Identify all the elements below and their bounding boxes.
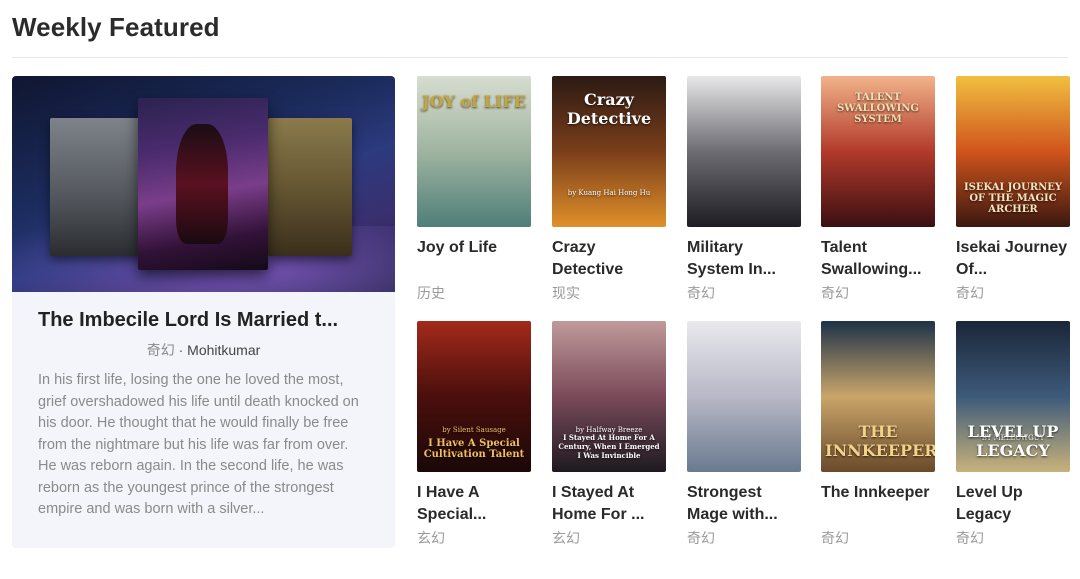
book-cover[interactable]: JOY of LIFE: [417, 76, 531, 227]
featured-genre[interactable]: 奇幻: [147, 342, 175, 358]
book-title[interactable]: Joy of Life: [417, 237, 531, 281]
featured-description: In his first life, losing the one he lov…: [38, 372, 359, 517]
book-item[interactable]: by Kuang Hai Hong Hu Crazy Detective Crazy…: [552, 76, 666, 303]
book-title[interactable]: Isekai Journey Of...: [956, 237, 1070, 281]
book-cover[interactable]: ISEKAI JOURNEY OF THE MAGIC ARCHER: [956, 76, 1070, 227]
cover-title-text: ISEKAI JOURNEY OF THE MAGIC ARCHER: [963, 182, 1063, 215]
book-item[interactable]: by Halfway Breeze I Stayed At Home For A …: [552, 321, 666, 548]
featured-title[interactable]: The Imbecile Lord Is Married t...: [38, 309, 373, 332]
book-cover[interactable]: THE INNKEEPER: [821, 321, 935, 472]
book-genre[interactable]: 玄幻: [552, 528, 666, 548]
cover-title-text: LEVEL UP LEGACY: [967, 422, 1059, 460]
book-cover[interactable]: BY MELLOWGUY LEVEL UP LEGACY: [956, 321, 1070, 472]
cover-title-text: JOY of LIFE: [422, 92, 526, 111]
book-item[interactable]: JOY of LIFE Joy of Life 历史: [417, 76, 531, 303]
book-cover[interactable]: [687, 76, 801, 227]
cover-title-text: THE INNKEEPER: [825, 422, 935, 460]
book-genre[interactable]: 奇幻: [956, 528, 1070, 548]
featured-cover-right: [268, 118, 352, 256]
book-title[interactable]: I Have A Special...: [417, 482, 531, 526]
book-genre[interactable]: 历史: [417, 283, 531, 303]
book-item[interactable]: Strongest Mage with... 奇幻: [687, 321, 801, 548]
book-genre[interactable]: 奇幻: [956, 283, 1070, 303]
book-title[interactable]: I Stayed At Home For ...: [552, 482, 666, 526]
book-genre[interactable]: 奇幻: [821, 528, 935, 548]
cover-title-text: TALENT SWALLOWING SYSTEM: [837, 92, 919, 125]
featured-author[interactable]: Mohitkumar: [187, 342, 260, 358]
book-item[interactable]: THE INNKEEPER The Innkeeper 奇幻: [821, 321, 935, 548]
book-cover[interactable]: [687, 321, 801, 472]
book-item[interactable]: Military System In... 奇幻: [687, 76, 801, 303]
book-genre[interactable]: 现实: [552, 283, 666, 303]
book-item[interactable]: ISEKAI JOURNEY OF THE MAGIC ARCHER Isekai…: [956, 76, 1070, 303]
cover-author-text: by Silent Sausage: [442, 426, 506, 434]
book-cover[interactable]: TALENT SWALLOWING SYSTEM: [821, 76, 935, 227]
book-title[interactable]: Strongest Mage with...: [687, 482, 801, 526]
cover-title-text: I Have A Special Cultivation Talent: [423, 438, 525, 460]
book-title[interactable]: The Innkeeper: [821, 482, 935, 526]
book-item[interactable]: by Silent Sausage I Have A Special Cultiv…: [417, 321, 531, 548]
meta-separator: ·: [174, 342, 188, 358]
cover-title-text: Crazy Detective: [566, 90, 652, 128]
book-genre[interactable]: 奇幻: [687, 283, 801, 303]
book-title[interactable]: Military System In...: [687, 237, 801, 281]
book-genre[interactable]: 奇幻: [687, 528, 801, 548]
featured-book-card[interactable]: The Imbecile Lord Is Married t... 奇幻 · M…: [12, 76, 395, 548]
section-title: Weekly Featured: [12, 12, 220, 42]
book-title[interactable]: Level Up Legacy: [956, 482, 1070, 526]
book-title[interactable]: Talent Swallowing...: [821, 237, 935, 281]
book-item[interactable]: TALENT SWALLOWING SYSTEM Talent Swallowin…: [821, 76, 935, 303]
section-divider: [12, 57, 1068, 58]
book-cover[interactable]: by Silent Sausage I Have A Special Cultiv…: [417, 321, 531, 472]
cover-author-text: by Kuang Hai Hong Hu: [567, 189, 651, 197]
book-genre[interactable]: 奇幻: [821, 283, 935, 303]
book-item[interactable]: BY MELLOWGUY LEVEL UP LEGACY Level Up Lega…: [956, 321, 1070, 548]
book-cover[interactable]: by Kuang Hai Hong Hu Crazy Detective: [552, 76, 666, 227]
book-genre[interactable]: 玄幻: [417, 528, 531, 548]
book-cover[interactable]: by Halfway Breeze I Stayed At Home For A …: [552, 321, 666, 472]
book-title[interactable]: Crazy Detective: [552, 237, 666, 281]
featured-meta: 奇幻 · Mohitkumar: [12, 340, 395, 360]
featured-hero-image[interactable]: [12, 76, 395, 292]
cover-title-text: I Stayed At Home For A Century, When I E…: [558, 433, 660, 460]
featured-cover-main: [138, 98, 268, 270]
featured-cover-left: [50, 118, 145, 256]
